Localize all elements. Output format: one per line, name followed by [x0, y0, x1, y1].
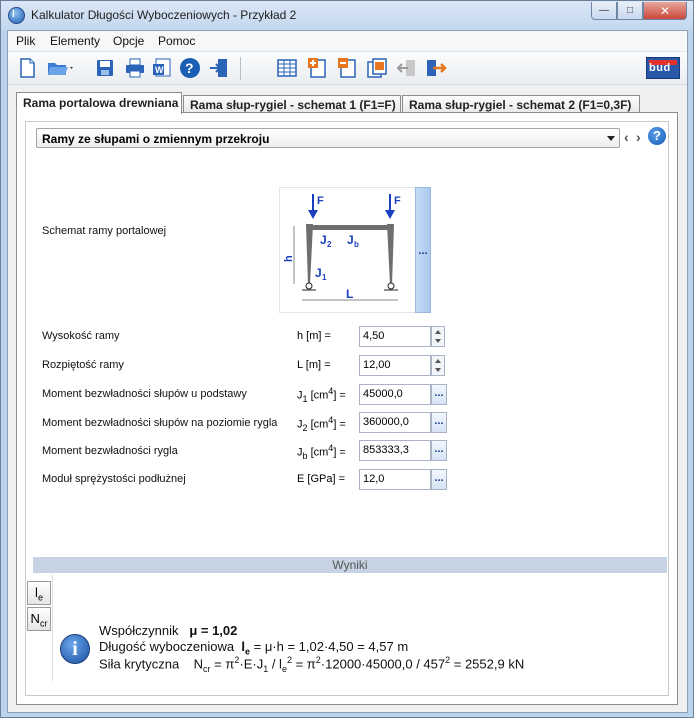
prev-arrow-icon[interactable]: ‹ [624, 129, 629, 145]
table-icon[interactable] [276, 57, 298, 79]
menu-plik[interactable]: Plik [16, 34, 35, 48]
menu-opcje[interactable]: Opcje [113, 34, 144, 48]
app-window: l Kalkulator Długości Wyboczeniowych - P… [0, 0, 694, 718]
param-e-symbol: E [GPa] = [297, 473, 345, 485]
frame-type-select[interactable]: Ramy ze słupami o zmiennym przekroju [36, 128, 620, 148]
span-input[interactable]: 12,00 [359, 355, 431, 376]
svg-text:?: ? [185, 60, 194, 76]
info-icon: i [60, 634, 90, 664]
next-arrow-icon[interactable]: › [636, 129, 641, 145]
remove-element-icon[interactable] [337, 57, 359, 79]
add-element-icon[interactable] [307, 57, 329, 79]
frame-type-value: Ramy ze słupami o zmiennym przekroju [42, 132, 270, 146]
svg-text:J: J [315, 266, 322, 280]
title-bar: l Kalkulator Długości Wyboczeniowych - P… [1, 1, 693, 30]
svg-text:J: J [320, 233, 327, 247]
param-h-label: Wysokość ramy [42, 330, 120, 342]
svg-text:L: L [346, 287, 353, 301]
chevron-down-icon [607, 136, 615, 141]
print-icon[interactable] [124, 57, 146, 79]
param-l-symbol: L [m] = [297, 359, 331, 371]
schema-label: Schemat ramy portalowej [42, 225, 167, 237]
client-area: Plik Elementy Opcje Pomoc W ? bud Rama p… [7, 30, 688, 713]
open-folder-icon[interactable] [46, 57, 74, 79]
tab-schemat-2[interactable]: Rama słup-rygiel - schemat 2 (F1=0,3F) [402, 95, 640, 113]
menu-elementy[interactable]: Elementy [50, 34, 100, 48]
import-icon[interactable] [396, 57, 418, 79]
results-divider [52, 575, 53, 681]
svg-text:F: F [317, 195, 324, 207]
tab-schemat-1[interactable]: Rama słup-rygiel - schemat 1 (F1=F) [183, 95, 401, 113]
j1-input[interactable]: 45000,0 [359, 384, 431, 405]
help-icon[interactable]: ? [648, 127, 666, 145]
result-le-button[interactable]: le [27, 581, 51, 605]
svg-text:2: 2 [327, 240, 332, 249]
svg-text:1: 1 [322, 273, 327, 282]
height-input[interactable]: 4,50 [359, 326, 431, 347]
j1-more-button[interactable]: ... [431, 384, 447, 405]
brand-logo: bud [646, 57, 680, 79]
save-icon[interactable] [94, 57, 116, 79]
param-h-symbol: h [m] = [297, 330, 331, 342]
result-coefficient: Współczynnik μ = 1,02 [99, 623, 238, 638]
param-j1-label: Moment bezwładności słupów u podstawy [42, 388, 247, 400]
modulus-more-button[interactable]: ... [431, 469, 447, 490]
tab-rama-portalowa[interactable]: Rama portalowa drewniana [16, 92, 182, 114]
results-header: Wyniki [33, 557, 667, 573]
svg-text:W: W [155, 65, 164, 75]
j2-more-button[interactable]: ... [431, 412, 447, 433]
svg-text:J: J [347, 233, 354, 247]
minimize-button[interactable]: — [591, 2, 617, 20]
result-buckling-length: Długość wyboczeniowa le = μ·h = 1,02·4,5… [99, 639, 409, 657]
toolbar-separator [240, 57, 241, 80]
copy-element-icon[interactable] [366, 57, 388, 79]
close-button[interactable]: ✕ [643, 2, 687, 20]
j2-input[interactable]: 360000,0 [359, 412, 431, 433]
modulus-input[interactable]: 12,0 [359, 469, 431, 490]
param-j1-symbol: J1 [cm4] = [297, 386, 346, 404]
menu-bar: Plik Elementy Opcje Pomoc [8, 31, 687, 52]
help-icon[interactable]: ? [179, 57, 201, 79]
result-critical-force: Siła krytyczna Ncr = π2·E·J1 / le2 = π2·… [99, 655, 525, 674]
word-export-icon[interactable]: W [151, 57, 173, 79]
window-title: Kalkulator Długości Wyboczeniowych - Prz… [31, 8, 297, 22]
param-jb-symbol: Jb [cm4] = [297, 443, 346, 461]
param-e-label: Moduł sprężystości podłużnej [42, 473, 186, 485]
param-jb-label: Moment bezwładności rygla [42, 445, 178, 457]
param-j2-label: Moment bezwładności słupów na poziomie r… [42, 417, 278, 429]
toolbar: W ? bud [8, 52, 687, 85]
new-file-icon[interactable] [16, 57, 38, 79]
app-icon: l [8, 7, 25, 24]
export-icon[interactable] [425, 57, 447, 79]
menu-pomoc[interactable]: Pomoc [158, 34, 195, 48]
schema-select-button[interactable]: ... [415, 187, 431, 313]
maximize-button[interactable]: □ [617, 2, 643, 20]
svg-text:b: b [354, 240, 359, 249]
param-l-label: Rozpiętość ramy [42, 359, 124, 371]
height-stepper[interactable] [431, 326, 445, 347]
jb-input[interactable]: 853333,3 [359, 440, 431, 461]
result-ncr-button[interactable]: Ncr [27, 607, 51, 631]
exit-icon[interactable] [208, 57, 230, 79]
tab-panel: Ramy ze słupami o zmiennym przekroju ‹ ›… [16, 112, 678, 705]
frame-schema-image: F F J 2 J b J 1 h L [279, 187, 416, 313]
param-j2-symbol: J2 [cm4] = [297, 415, 346, 433]
svg-text:h: h [283, 255, 295, 262]
jb-more-button[interactable]: ... [431, 440, 447, 461]
span-stepper[interactable] [431, 355, 445, 376]
svg-text:F: F [394, 195, 401, 207]
